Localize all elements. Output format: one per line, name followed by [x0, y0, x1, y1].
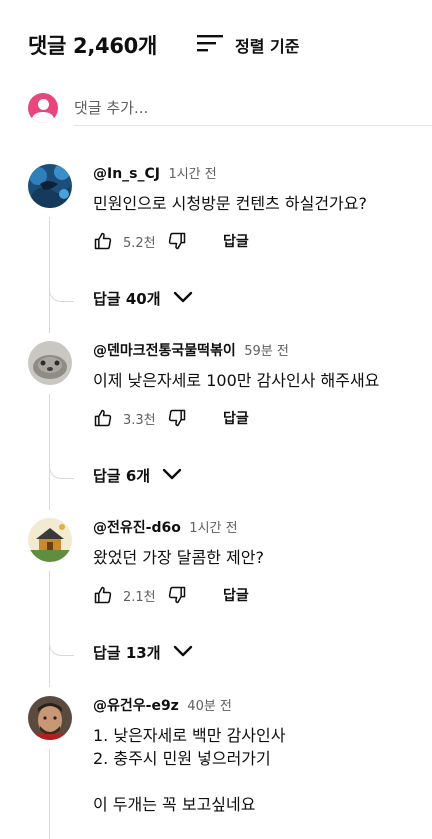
- chevron-down-icon: [162, 466, 182, 485]
- avatar[interactable]: [28, 518, 72, 562]
- reply-button[interactable]: 답글: [223, 408, 249, 428]
- sort-label: 정렬 기준: [235, 37, 300, 56]
- avatar[interactable]: [28, 164, 72, 208]
- chevron-down-icon: [173, 643, 193, 662]
- thumbs-down-icon[interactable]: [167, 408, 187, 428]
- chevron-down-icon: [173, 289, 193, 308]
- thread-line-curve: [49, 287, 74, 302]
- comment-text: 왔었던 가장 달콤한 제안?: [93, 548, 264, 567]
- like-count: 3.3천: [123, 412, 156, 428]
- comment-time[interactable]: 1시간 전: [189, 521, 237, 536]
- thread-line-curve: [49, 641, 74, 656]
- thumbs-up-icon[interactable]: [93, 408, 113, 428]
- sort-icon: [197, 33, 223, 57]
- thumbs-down-icon[interactable]: [167, 585, 187, 605]
- thumbs-up-icon[interactable]: [93, 585, 113, 605]
- thread-line: [49, 571, 50, 687]
- replies-label: 답글 40개: [93, 290, 161, 308]
- comment-text: 이제 낮은자세로 100만 감사인사 해주새요: [93, 371, 380, 390]
- view-replies-button[interactable]: 답글 13개: [93, 642, 193, 663]
- thumbs-up-icon[interactable]: [93, 231, 113, 251]
- comment-text: 1. 낮은자세로 백만 감사인사 2. 충주시 민원 넣으러가기 이 두개는 꼭…: [93, 726, 286, 814]
- replies-label: 답글 13개: [93, 644, 161, 662]
- comment-actions: 2.1천 답글: [93, 583, 416, 607]
- comment-actions: 3.3천 답글: [93, 406, 416, 430]
- like-count: 5.2천: [123, 235, 156, 251]
- thumbs-down-icon[interactable]: [167, 231, 187, 251]
- avatar[interactable]: [28, 696, 72, 740]
- my-avatar[interactable]: [28, 93, 58, 123]
- comment-author[interactable]: @In_s_CJ: [93, 166, 160, 182]
- comment-time[interactable]: 59분 전: [244, 344, 289, 359]
- comment-text: 민원인으로 시청방문 컨텐츠 하실건가요?: [93, 194, 367, 213]
- view-replies-button[interactable]: 답글 40개: [93, 288, 193, 309]
- reply-button[interactable]: 답글: [223, 231, 249, 251]
- comments-count-title: 댓글 2,460개: [28, 34, 157, 58]
- comment-author[interactable]: @전유진-d6o: [93, 520, 181, 536]
- avatar[interactable]: [28, 341, 72, 385]
- comment-time[interactable]: 1시간 전: [168, 167, 216, 182]
- comments-header: 댓글 2,460개 정렬 기준: [28, 28, 416, 62]
- add-comment-row: [28, 90, 432, 126]
- comment-author[interactable]: @덴마크전통국물떡볶이: [93, 343, 236, 359]
- thread-line: [49, 217, 50, 333]
- comment-author[interactable]: @유건우-e9z: [93, 698, 179, 714]
- thread-line: [49, 749, 50, 839]
- thread-line-curve: [49, 464, 74, 479]
- replies-label: 답글 6개: [93, 467, 151, 485]
- sort-button[interactable]: 정렬 기준: [197, 33, 299, 57]
- reply-button[interactable]: 답글: [223, 585, 249, 605]
- add-comment-input[interactable]: [74, 90, 432, 126]
- comment-actions: 5.2천 답글: [93, 229, 416, 253]
- comment-time[interactable]: 40분 전: [187, 699, 232, 714]
- like-count: 2.1천: [123, 589, 156, 605]
- thread-line: [49, 394, 50, 510]
- view-replies-button[interactable]: 답글 6개: [93, 465, 182, 486]
